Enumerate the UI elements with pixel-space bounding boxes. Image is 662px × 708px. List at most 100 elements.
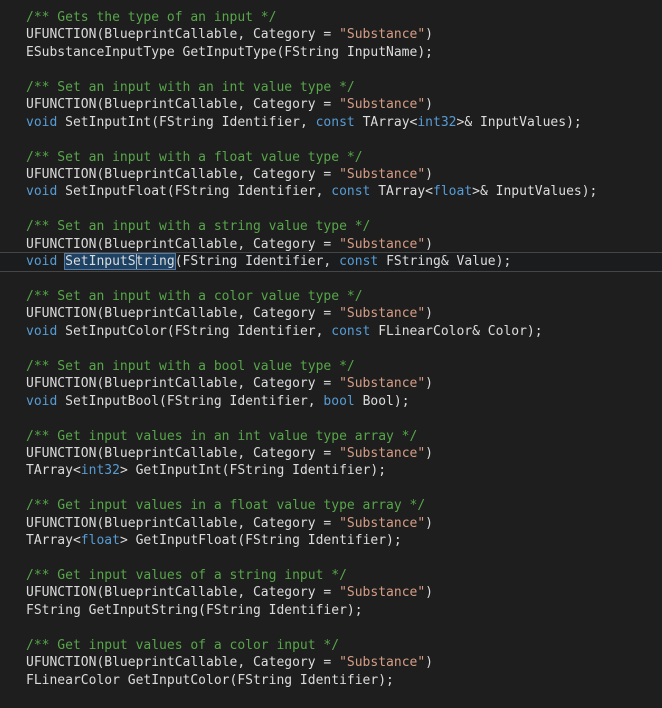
code-token: void (26, 114, 66, 130)
code-line[interactable]: UFUNCTION(BlueprintCallable, Category = … (26, 305, 662, 322)
code-line[interactable]: /** Gets the type of an input */ (26, 9, 662, 26)
code-line[interactable]: UFUNCTION(BlueprintCallable, Category = … (26, 236, 662, 253)
code-token: const (339, 254, 387, 270)
code-token: UFUNCTION(BlueprintCallable, Category = (26, 376, 340, 392)
code-line[interactable] (26, 550, 662, 567)
code-editor[interactable]: /** Gets the type of an input */UFUNCTIO… (0, 0, 662, 708)
code-token: bool (323, 393, 363, 409)
code-line[interactable]: /** Get input values of a string input *… (26, 567, 662, 584)
code-line[interactable]: UFUNCTION(BlueprintCallable, Category = … (26, 584, 662, 601)
code-token: ) (425, 655, 433, 671)
code-token: UFUNCTION(BlueprintCallable, Category = (26, 585, 340, 601)
code-token: TArray< (378, 184, 434, 200)
code-token: UFUNCTION(BlueprintCallable, Category = (26, 655, 340, 671)
code-line[interactable]: TArray<float> GetInputFloat(FString Iden… (26, 532, 662, 549)
code-line-current[interactable]: void SetInputString (FString Identifier, … (0, 252, 662, 272)
code-token: /** Set an input with an int value type … (26, 79, 355, 95)
code-line[interactable]: UFUNCTION(BlueprintCallable, Category = … (26, 26, 662, 43)
code-token: /** Get input values of a string input *… (26, 568, 347, 583)
code-token: (FString Identifier, (174, 254, 340, 270)
code-line[interactable]: void SetInputColor(FString Identifier, c… (26, 323, 662, 340)
code-token: "Substance" (339, 306, 426, 322)
code-token: /** Get input values in a float value ty… (26, 498, 426, 514)
code-token: UFUNCTION(BlueprintCallable, Category = (26, 27, 340, 43)
code-token: int32 (417, 114, 457, 130)
code-line[interactable] (26, 340, 662, 357)
code-line[interactable]: UFUNCTION(BlueprintCallable, Category = … (26, 375, 662, 392)
code-token: ) (425, 515, 433, 531)
code-line[interactable] (26, 131, 662, 148)
code-token: const (331, 323, 379, 339)
code-line[interactable]: /** Get input values of a color input */ (26, 637, 662, 654)
code-token: ) (425, 236, 433, 252)
code-token: int32 (80, 463, 120, 479)
code-token: >& InputValues); (472, 184, 598, 200)
code-token: float (80, 533, 120, 549)
text-caret (135, 254, 137, 270)
code-line[interactable]: UFUNCTION(BlueprintCallable, Category = … (26, 515, 662, 532)
code-token: const (315, 114, 363, 130)
code-line[interactable]: void SetInputFloat(FString Identifier, c… (26, 183, 662, 200)
code-token: /** Set an input with a string value typ… (26, 219, 371, 235)
code-line[interactable]: void SetInputInt(FString Identifier, con… (26, 114, 662, 131)
code-line[interactable]: UFUNCTION(BlueprintCallable, Category = … (26, 445, 662, 462)
code-token: ) (425, 585, 433, 601)
code-token: ) (425, 376, 433, 392)
code-line[interactable]: /** Set an input with a color value type… (26, 288, 662, 305)
code-line[interactable]: UFUNCTION(BlueprintCallable, Category = … (26, 654, 662, 671)
code-token: ) (425, 445, 433, 461)
code-line[interactable]: FString GetInputString(FString Identifie… (26, 602, 662, 619)
code-line[interactable]: /** Get input values in an int value typ… (26, 428, 662, 445)
code-token: ESubstanceInputType GetInputType(FString… (26, 44, 433, 60)
code-token: FString GetInputString(FString Identifie… (26, 602, 363, 618)
code-token: FString& Value); (386, 254, 512, 270)
code-token: void (26, 184, 66, 200)
code-line[interactable]: /** Set an input with an int value type … (26, 79, 662, 96)
code-line[interactable] (26, 201, 662, 218)
code-token: ) (425, 306, 433, 322)
code-token: "Substance" (339, 655, 426, 671)
code-token: UFUNCTION(BlueprintCallable, Category = (26, 97, 340, 113)
code-line[interactable]: FLinearColor GetInputColor(FString Ident… (26, 672, 662, 689)
code-token: > GetInputInt(FString Identifier); (119, 463, 387, 479)
code-token: float (433, 184, 473, 200)
code-token: const (331, 184, 379, 200)
code-line[interactable] (26, 410, 662, 427)
code-token: UFUNCTION(BlueprintCallable, Category = (26, 166, 340, 182)
code-line[interactable]: UFUNCTION(BlueprintCallable, Category = … (26, 166, 662, 183)
code-line[interactable]: UFUNCTION(BlueprintCallable, Category = … (26, 96, 662, 113)
code-line[interactable] (26, 480, 662, 497)
code-token: UFUNCTION(BlueprintCallable, Category = (26, 306, 340, 322)
code-token: Bool); (362, 393, 410, 409)
code-token: "Substance" (339, 376, 426, 392)
code-line[interactable]: void SetInputBool(FString Identifier, bo… (26, 393, 662, 410)
code-token: SetInputFloat(FString Identifier, (65, 184, 332, 200)
code-token: TArray< (26, 533, 81, 549)
code-token: SetInputBool(FString Identifier, (65, 393, 324, 409)
code-token: ) (425, 166, 433, 182)
code-token: ) (425, 27, 433, 43)
code-line[interactable]: /** Set an input with a bool value type … (26, 358, 662, 375)
code-token: UFUNCTION(BlueprintCallable, Category = (26, 236, 340, 252)
code-token: UFUNCTION(BlueprintCallable, Category = (26, 515, 340, 531)
code-token: > GetInputFloat(FString Identifier); (119, 533, 402, 549)
code-token: /** Set an input with a color value type… (26, 289, 363, 304)
code-token: "Substance" (339, 515, 426, 531)
code-token: /** Get input values in an int value typ… (26, 428, 418, 444)
code-line[interactable] (26, 61, 662, 78)
code-line[interactable]: ESubstanceInputType GetInputType(FString… (26, 44, 662, 61)
code-token: "Substance" (339, 97, 426, 113)
code-line[interactable] (26, 271, 662, 288)
code-line[interactable]: TArray<int32> GetInputInt(FString Identi… (26, 462, 662, 479)
code-token: /** Gets the type of an input */ (26, 10, 277, 25)
code-token: TArray< (362, 114, 418, 130)
code-line[interactable]: /** Set an input with a string value typ… (26, 218, 662, 235)
code-line[interactable] (26, 619, 662, 636)
code-token: /** Set an input with a float value type… (26, 149, 363, 165)
code-token: /** Set an input with a bool value type … (26, 358, 355, 374)
code-line[interactable]: /** Get input values in a float value ty… (26, 497, 662, 514)
code-token: /** Get input values of a color input */ (26, 637, 340, 653)
code-token: TArray< (26, 463, 81, 479)
code-line[interactable]: /** Set an input with a float value type… (26, 149, 662, 166)
code-token: "Substance" (339, 236, 426, 252)
